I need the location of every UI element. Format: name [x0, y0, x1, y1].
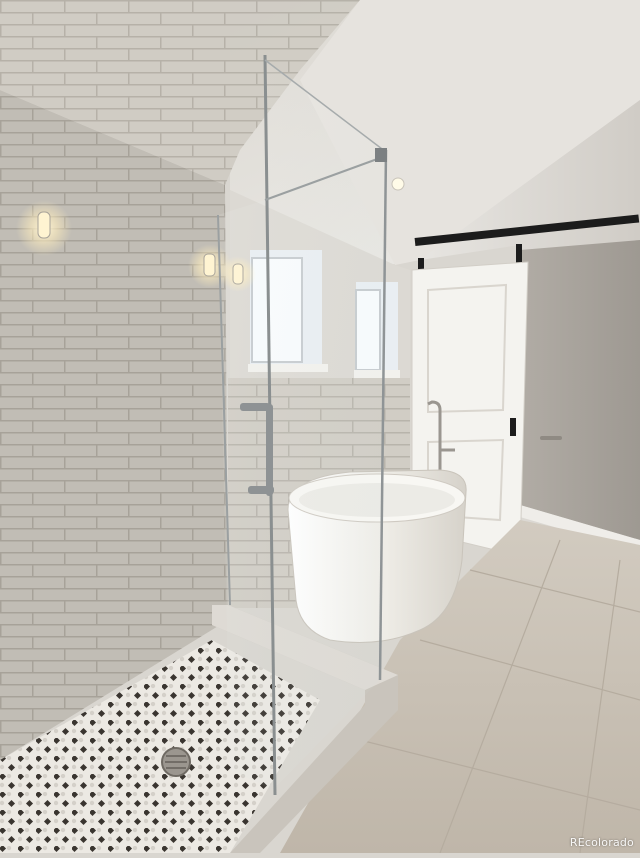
- recessed-light-icon: [391, 177, 405, 191]
- bathroom-photo: [0, 0, 640, 854]
- watermark-text: REcolorado: [569, 836, 634, 849]
- door-handle: [540, 436, 562, 440]
- gray-wall: [520, 240, 640, 540]
